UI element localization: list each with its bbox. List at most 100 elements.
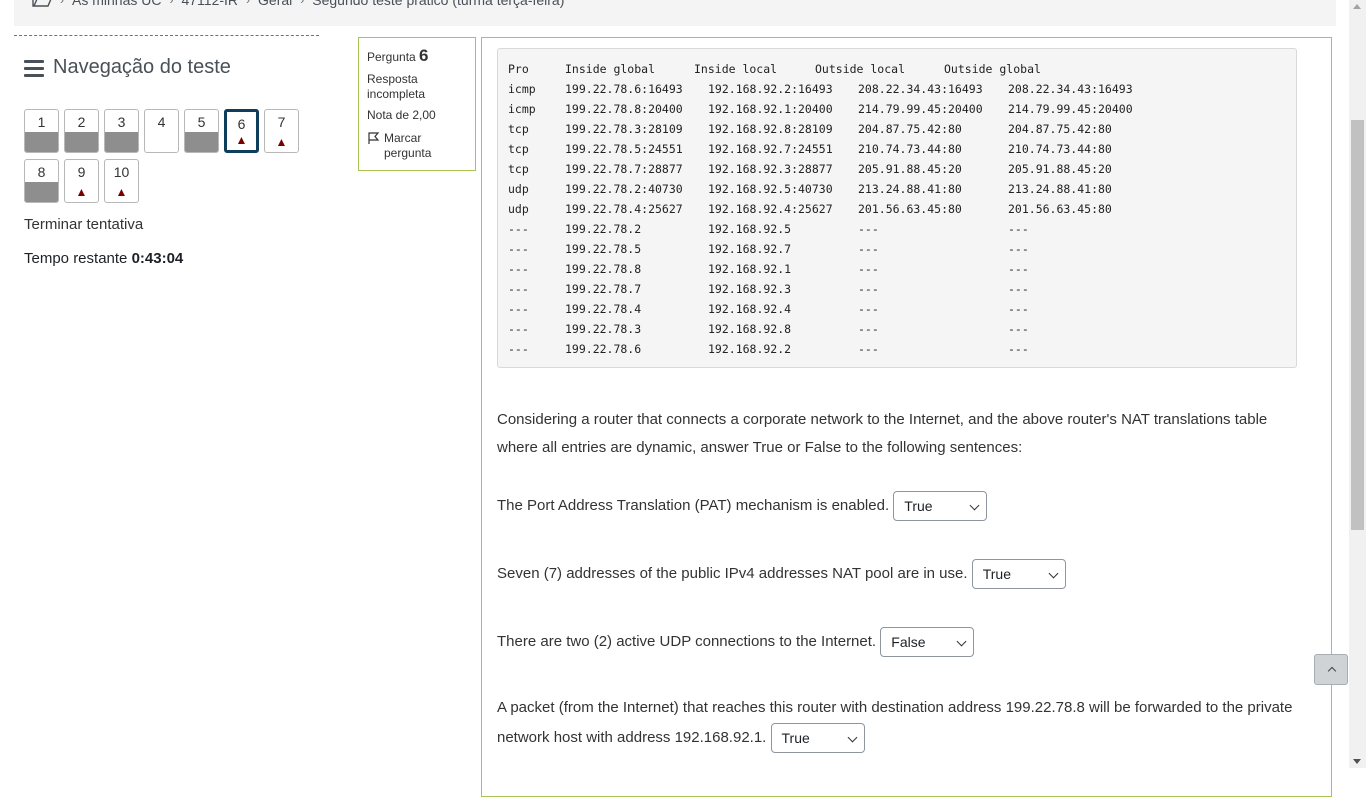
nat-table-cell: udp xyxy=(508,182,529,196)
nat-table-cell: 201.56.63.45:80 xyxy=(858,202,962,216)
nat-table-cell: --- xyxy=(508,242,529,256)
question-button-number: 3 xyxy=(117,114,126,130)
true-false-select[interactable]: True xyxy=(893,491,988,522)
nat-table-cell: 192.168.92.4 xyxy=(708,302,792,316)
question-button-10[interactable]: 10 ▲ xyxy=(104,159,139,203)
nat-table-cell: 210.74.73.44:80 xyxy=(1008,142,1112,156)
nat-table-cell: 199.22.78.8 xyxy=(565,262,642,276)
breadcrumb-item-section[interactable]: Geral xyxy=(258,0,292,8)
nat-table-column-header: Pro xyxy=(508,62,529,76)
chevron-right-icon: › xyxy=(60,0,64,7)
hamburger-menu-icon[interactable] xyxy=(24,59,44,77)
breadcrumb-item-course[interactable]: 47112-IR xyxy=(181,0,238,8)
true-false-select[interactable]: True xyxy=(971,559,1066,590)
quiz-navigation-header: Navegação do teste xyxy=(24,56,231,79)
nat-table-cell: --- xyxy=(858,242,879,256)
chevron-down-icon xyxy=(1048,568,1059,579)
nat-table-cell: 208.22.34.43:16493 xyxy=(858,82,983,96)
question-button-8[interactable]: 8 xyxy=(24,159,59,203)
question-button-number: 10 xyxy=(113,164,130,180)
nat-table-cell: --- xyxy=(1008,242,1029,256)
question-button-2[interactable]: 2 xyxy=(64,109,99,153)
breadcrumb-item-uc[interactable]: As minhas UC xyxy=(72,0,161,8)
nat-table-cell: 199.22.78.3:28109 xyxy=(565,122,683,136)
question-state-indicator xyxy=(25,132,58,152)
question-button-5[interactable]: 5 xyxy=(184,109,219,153)
question-button-9[interactable]: 9 ▲ xyxy=(64,159,99,203)
question-button-7[interactable]: 7 ▲ xyxy=(264,109,299,153)
chevron-down-icon xyxy=(969,500,980,511)
question-button-4[interactable]: 4 xyxy=(144,109,179,153)
question-button-number: 8 xyxy=(37,164,46,180)
folder-open-icon[interactable] xyxy=(32,0,52,7)
nat-table-cell: --- xyxy=(1008,262,1029,276)
true-false-select[interactable]: True xyxy=(770,723,865,754)
breadcrumb-item-quiz[interactable]: Segundo teste prático (turma terça-feira… xyxy=(312,0,564,8)
flag-question-button[interactable]: Marcar pergunta xyxy=(367,131,467,161)
nat-table-cell: 192.168.92.2:16493 xyxy=(708,82,833,96)
question-button-number: 1 xyxy=(37,114,46,130)
time-remaining-label: Tempo restante xyxy=(24,250,128,267)
flagged-icon: ▲ xyxy=(235,133,248,147)
nat-table-cell: --- xyxy=(1008,222,1029,236)
nat-table-cell: tcp xyxy=(508,122,529,136)
statement-text: A packet (from the Internet) that reache… xyxy=(497,699,1293,746)
nat-table-cell: 199.22.78.2:40730 xyxy=(565,182,683,196)
question-button-6[interactable]: 6 ▲ xyxy=(224,109,259,153)
nat-table-cell: 192.168.92.1:20400 xyxy=(708,102,833,116)
nat-table-cell: --- xyxy=(508,302,529,316)
nat-table-cell: 199.22.78.6 xyxy=(565,342,642,356)
nat-table-cell: --- xyxy=(508,342,529,356)
nat-table-cell: icmp xyxy=(508,102,536,116)
question-button-number: 2 xyxy=(77,114,86,130)
scroll-up-arrow-icon[interactable] xyxy=(1353,4,1361,9)
nat-table-cell: 213.24.88.41:80 xyxy=(858,182,962,196)
nat-table-cell: 201.56.63.45:80 xyxy=(1008,202,1112,216)
nat-table-cell: tcp xyxy=(508,142,529,156)
finish-attempt-link[interactable]: Terminar tentativa xyxy=(24,216,143,233)
nat-table-cell: 199.22.78.2 xyxy=(565,222,642,236)
nat-table-column-header: Inside local xyxy=(694,62,778,76)
time-remaining-value: 0:43:04 xyxy=(131,250,184,267)
true-false-select[interactable]: False xyxy=(880,627,975,658)
statement-text: There are two (2) active UDP connections… xyxy=(497,633,877,650)
nat-table-cell: --- xyxy=(858,282,879,296)
nat-table-cell: 192.168.92.3:28877 xyxy=(708,162,833,176)
chevron-right-icon: › xyxy=(246,0,251,7)
question-button-number: 5 xyxy=(197,114,206,130)
selected-value: True xyxy=(904,498,933,515)
question-button-3[interactable]: 3 xyxy=(104,109,139,153)
page-scrollbar[interactable] xyxy=(1349,0,1366,768)
nat-table-cell: 192.168.92.2 xyxy=(708,342,792,356)
back-to-top-button[interactable] xyxy=(1314,654,1348,685)
nat-table-cell: 214.79.99.45:20400 xyxy=(1008,102,1133,116)
nat-table-cell: --- xyxy=(858,322,879,336)
question-state-indicator xyxy=(145,132,178,152)
question-state-indicator xyxy=(185,132,218,152)
question-button-number: 7 xyxy=(277,114,286,130)
breadcrumb-bar: › As minhas UC › 47112-IR › Geral › Segu… xyxy=(14,0,1336,26)
nat-table-cell: icmp xyxy=(508,82,536,96)
nat-table-cell: --- xyxy=(508,262,529,276)
question-button-1[interactable]: 1 xyxy=(24,109,59,153)
question-status: Resposta incompleta xyxy=(367,72,426,101)
nat-table-cell: --- xyxy=(508,222,529,236)
flag-question-label: Marcar pergunta xyxy=(384,131,432,160)
nat-table-cell: 208.22.34.43:16493 xyxy=(1008,82,1133,96)
scrollbar-thumb[interactable] xyxy=(1351,120,1364,530)
question-button-number: 4 xyxy=(157,114,166,130)
nat-table-cell: 199.22.78.3 xyxy=(565,322,642,336)
statement-text: The Port Address Translation (PAT) mecha… xyxy=(497,497,890,514)
nat-table-cell: 199.22.78.5 xyxy=(565,242,642,256)
quiz-navigation-title: Navegação do teste xyxy=(53,56,231,78)
nat-table-cell: tcp xyxy=(508,162,529,176)
selected-value: True xyxy=(982,566,1011,583)
scroll-down-arrow-icon[interactable] xyxy=(1353,759,1361,764)
true-false-statement: The Port Address Translation (PAT) mecha… xyxy=(497,491,988,522)
question-prompt: Considering a router that connects a cor… xyxy=(497,411,1268,456)
nat-table-cell: 192.168.92.4:25627 xyxy=(708,202,833,216)
flag-icon xyxy=(368,132,380,144)
chevron-up-icon xyxy=(1327,666,1337,676)
question-label: Pergunta xyxy=(367,50,416,64)
flagged-icon: ▲ xyxy=(115,185,128,199)
